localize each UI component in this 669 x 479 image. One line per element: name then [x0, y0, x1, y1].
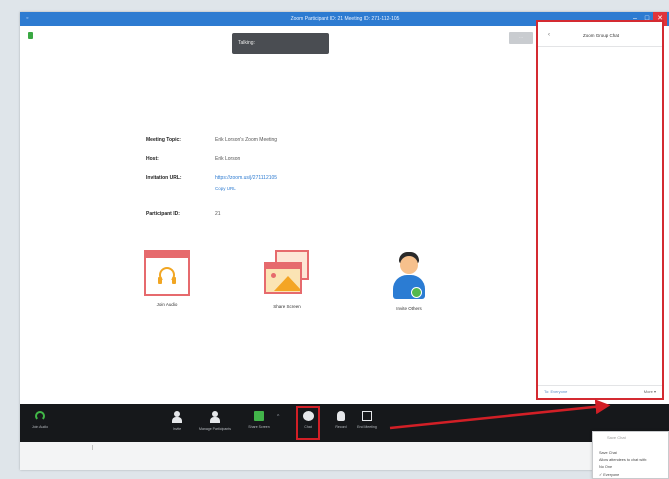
chat-header-divider — [538, 46, 662, 47]
share-screen-button[interactable]: Share Screen — [239, 404, 279, 442]
share-screen-label: Share Screen — [273, 304, 301, 309]
meeting-topic-label: Meeting Topic: — [146, 137, 181, 143]
headphones-icon — [144, 250, 190, 296]
participant-id-label: Participant ID: — [146, 211, 180, 217]
headset-icon — [35, 411, 45, 421]
chevron-left-icon[interactable]: ‹ — [548, 32, 550, 38]
manage-participants-label: Manage Participants — [199, 427, 231, 431]
end-meeting-label: End Meeting — [357, 425, 377, 429]
menu-item-save-chat[interactable]: Save Chat — [599, 451, 617, 455]
menu-item-everyone[interactable]: ✓ Everyone — [599, 472, 619, 477]
invite-button-label: Invite — [172, 427, 182, 431]
invitation-url-link[interactable]: https://zoom.us/j/271112105 — [215, 174, 355, 182]
invite-person-icon — [389, 250, 429, 300]
host-label: Host: — [146, 156, 159, 162]
invite-button[interactable]: Invite — [157, 404, 197, 442]
copy-url-link[interactable]: Copy URL — [215, 186, 236, 191]
menu-item-allow-chat: Allow attendees to chat with: — [599, 458, 648, 462]
status-tick: | — [92, 445, 94, 451]
join-audio-button[interactable]: Join Audio — [20, 404, 60, 442]
chat-panel-title: Zoom Group Chat — [582, 33, 619, 38]
share-screen-icon — [261, 250, 313, 298]
chat-recipient-select[interactable]: To: Everyone — [544, 389, 567, 394]
invite-others-label: Invite Others — [396, 306, 422, 311]
end-meeting-button[interactable]: End Meeting — [347, 404, 387, 442]
menu-title: Save Chat — [607, 435, 626, 440]
invite-others-action[interactable]: Invite Others — [369, 250, 449, 311]
invitation-url-row: Invitation URL: https://zoom.us/j/271112… — [146, 174, 366, 210]
share-options-chevron-icon[interactable]: ^ — [277, 414, 279, 420]
join-audio-button-label: Join Audio — [31, 425, 49, 429]
lock-icon[interactable] — [28, 32, 33, 39]
share-screen-arrow-icon — [254, 411, 264, 421]
status-bar: | — [20, 442, 669, 470]
participants-icon — [210, 411, 220, 423]
participant-id-row: Participant ID: 21 — [146, 210, 366, 229]
chat-more-button[interactable]: More ▾ — [644, 389, 656, 394]
invite-icon — [172, 411, 182, 423]
join-audio-action[interactable]: Join Audio — [127, 250, 207, 307]
chat-panel: ‹ Zoom Group Chat To: Everyone More ▾ — [536, 20, 664, 400]
invitation-url-label: Invitation URL: — [146, 175, 182, 181]
record-icon — [337, 411, 345, 421]
participant-id-value: 21 — [215, 211, 221, 217]
host-row: Host: Erik Lorson — [146, 155, 366, 174]
talking-label: Talking: — [238, 40, 255, 46]
window-title: Zoom Participant ID: 21 Meeting ID: 271-… — [290, 16, 400, 22]
end-meeting-icon — [362, 411, 372, 421]
join-audio-label: Join Audio — [156, 302, 178, 307]
meeting-toolbar: Join Audio Invite Manage Participants Sh… — [20, 404, 669, 442]
chat-footer: To: Everyone More ▾ — [538, 385, 662, 398]
meeting-info: Meeting Topic: Erik Lorson's Zoom Meetin… — [146, 136, 366, 229]
menu-item-no-one[interactable]: No One — [599, 465, 612, 469]
meeting-topic-value: Erik Lorson's Zoom Meeting — [215, 137, 278, 143]
more-options-menu: Save Chat Save Chat Allow attendees to c… — [592, 431, 669, 479]
view-toggle-button[interactable]: ··· — [509, 32, 533, 44]
talking-indicator: Talking: — [232, 33, 329, 54]
chat-button-highlight — [296, 406, 320, 440]
manage-participants-button[interactable]: Manage Participants — [195, 404, 235, 442]
zoom-app-icon: ◦ — [26, 15, 29, 22]
view-toggle-label: ··· — [519, 35, 523, 40]
share-screen-button-label: Share Screen — [248, 425, 270, 429]
host-value: Erik Lorson — [215, 156, 241, 162]
meeting-topic-row: Meeting Topic: Erik Lorson's Zoom Meetin… — [146, 136, 366, 155]
share-screen-action[interactable]: Share Screen — [247, 250, 327, 309]
